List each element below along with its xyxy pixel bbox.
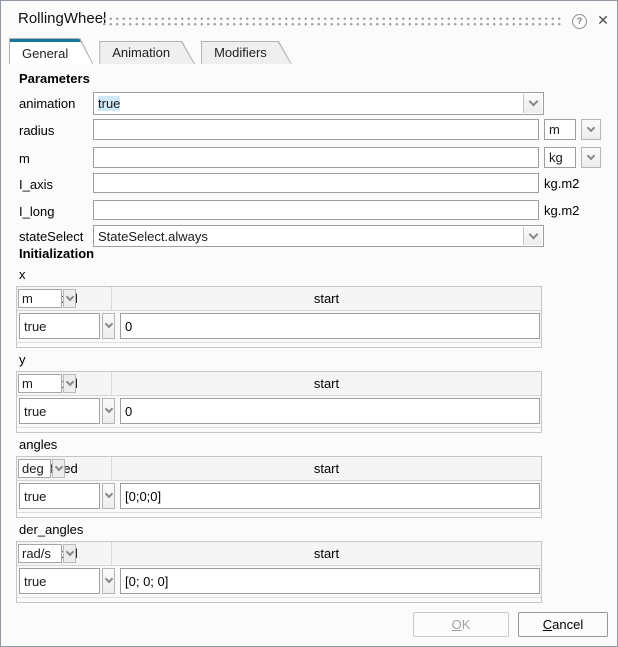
- dialog-title: RollingWheel: [18, 10, 106, 27]
- start-column-header: start: [112, 287, 541, 310]
- tab-animation[interactable]: Animation: [99, 41, 195, 64]
- group-der-angles-fixed-chevron-down-icon[interactable]: [102, 568, 115, 594]
- animation-value: true: [98, 96, 120, 111]
- radius-label: radius: [19, 123, 54, 138]
- group-der-angles-fixed-combobox[interactable]: true: [19, 568, 100, 594]
- group-x-start-input[interactable]: [120, 313, 540, 339]
- group-x-fixed-chevron-down-icon[interactable]: [102, 313, 115, 339]
- i-long-input[interactable]: [93, 200, 539, 220]
- parameters-heading: Parameters: [19, 71, 90, 86]
- parameter-dialog: RollingWheel ? ✕ General Animation Modif…: [0, 0, 618, 647]
- radius-unit-combobox[interactable]: m: [544, 119, 576, 140]
- close-icon[interactable]: ✕: [594, 11, 612, 29]
- group-y-table: fixed start m true: [16, 371, 542, 433]
- animation-combobox[interactable]: true: [93, 92, 544, 115]
- tab-bar: General Animation Modifiers: [9, 38, 298, 64]
- tab-general-label: General: [10, 39, 92, 64]
- group-angles-label: angles: [19, 437, 57, 452]
- group-y-start-input[interactable]: [120, 398, 540, 424]
- m-unit-combobox[interactable]: kg: [544, 147, 576, 168]
- group-angles-unit-combobox[interactable]: deg: [18, 459, 51, 478]
- state-select-label: stateSelect: [19, 229, 83, 244]
- start-column-header: start: [112, 372, 541, 395]
- m-unit-value: kg: [549, 150, 575, 165]
- group-der-angles-label: der_angles: [19, 522, 83, 537]
- i-axis-unit-label: kg.m2: [544, 176, 579, 191]
- chevron-down-icon[interactable]: [523, 227, 542, 245]
- group-angles-unit-chevron-down-icon[interactable]: [52, 459, 65, 478]
- title-bar: RollingWheel ? ✕: [1, 1, 617, 37]
- group-angles-table: fixed start deg true: [16, 456, 542, 518]
- group-y-fixed-combobox[interactable]: true: [19, 398, 100, 424]
- group-angles-fixed-combobox[interactable]: true: [19, 483, 100, 509]
- state-select-combobox[interactable]: StateSelect.always: [93, 225, 544, 247]
- state-select-value: StateSelect.always: [98, 229, 543, 244]
- radius-unit-chevron-down-icon[interactable]: [581, 119, 601, 140]
- group-y-label: y: [19, 352, 26, 367]
- m-unit-chevron-down-icon[interactable]: [581, 147, 601, 168]
- radius-unit-value: m: [549, 122, 575, 137]
- group-x-fixed-combobox[interactable]: true: [19, 313, 100, 339]
- tab-modifiers-label: Modifiers: [202, 42, 291, 64]
- m-input[interactable]: [93, 147, 539, 168]
- group-der-angles-table: fixed start rad/s true: [16, 541, 542, 603]
- i-axis-label: I_axis: [19, 177, 53, 192]
- radius-input[interactable]: [93, 119, 539, 140]
- group-y-unit-combobox[interactable]: m: [18, 374, 62, 393]
- ok-button[interactable]: OK: [413, 612, 509, 637]
- drag-handle-icon[interactable]: [101, 16, 563, 27]
- group-x-table: fixed start m true: [16, 286, 542, 348]
- group-der-angles-unit-chevron-down-icon[interactable]: [63, 544, 76, 563]
- group-y-unit-chevron-down-icon[interactable]: [63, 374, 76, 393]
- i-long-unit-label: kg.m2: [544, 203, 579, 218]
- i-long-label: I_long: [19, 204, 54, 219]
- i-axis-input[interactable]: [93, 173, 539, 193]
- initialization-heading: Initialization: [19, 246, 94, 261]
- start-column-header: start: [112, 457, 541, 480]
- group-der-angles-unit-combobox[interactable]: rad/s: [18, 544, 62, 563]
- group-x-unit-combobox[interactable]: m: [18, 289, 62, 308]
- m-label: m: [19, 151, 30, 166]
- group-der-angles-start-input[interactable]: [120, 568, 540, 594]
- tab-general[interactable]: General: [9, 38, 93, 64]
- start-column-header: start: [112, 542, 541, 565]
- cancel-button[interactable]: Cancel: [518, 612, 608, 637]
- group-x-label: x: [19, 267, 26, 282]
- group-y-fixed-chevron-down-icon[interactable]: [102, 398, 115, 424]
- group-x-unit-chevron-down-icon[interactable]: [63, 289, 76, 308]
- help-icon[interactable]: ?: [572, 14, 587, 29]
- group-angles-fixed-chevron-down-icon[interactable]: [102, 483, 115, 509]
- animation-label: animation: [19, 96, 75, 111]
- chevron-down-icon[interactable]: [523, 94, 542, 113]
- group-angles-start-input[interactable]: [120, 483, 540, 509]
- tab-modifiers[interactable]: Modifiers: [201, 41, 292, 64]
- tab-animation-label: Animation: [100, 42, 194, 64]
